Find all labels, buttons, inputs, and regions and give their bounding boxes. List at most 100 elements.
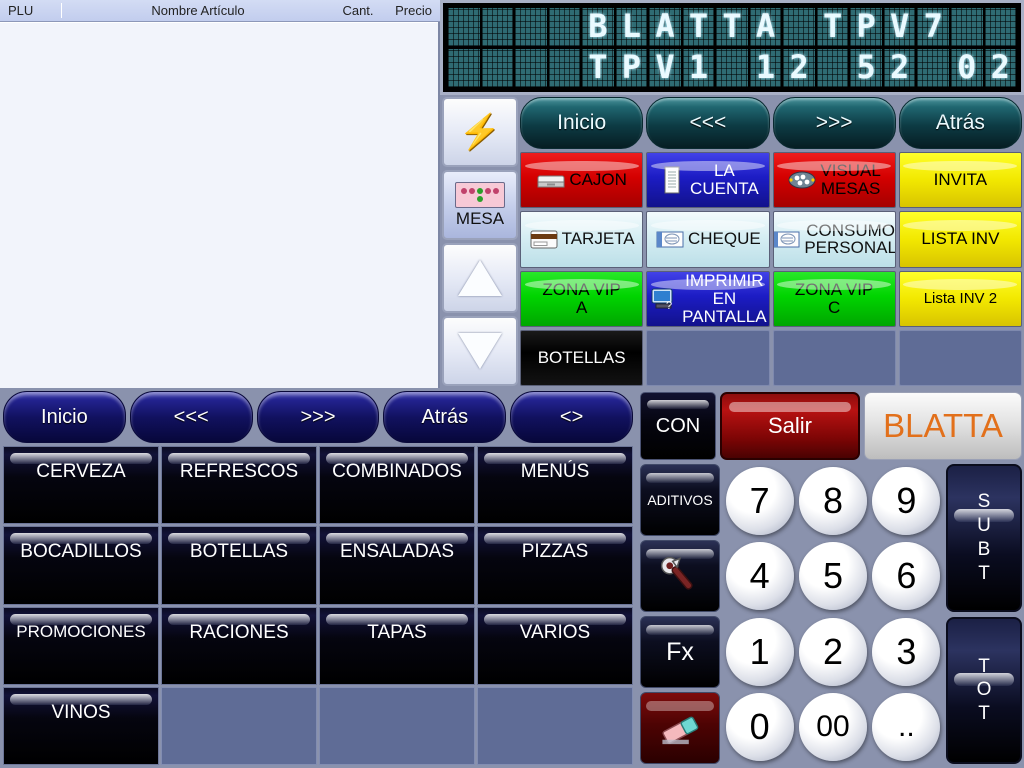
keypad-key-3[interactable]: 3 <box>871 615 942 689</box>
led-cell: P <box>850 8 882 46</box>
cat-nav-label: Inicio <box>41 405 88 428</box>
led-cell: V <box>649 49 681 87</box>
receipt-icon <box>664 166 680 194</box>
led-cell: T <box>682 8 715 46</box>
tables-map-icon <box>788 171 816 189</box>
led-cell: L <box>615 8 648 46</box>
category-button-varios[interactable]: VARIOS <box>477 606 633 685</box>
led-cell <box>816 49 849 87</box>
cheque-icon <box>656 231 684 248</box>
function-sidebar: ⚡ MESA <box>440 95 520 388</box>
fn-button-botellas[interactable]: BOTELLAS <box>520 329 644 386</box>
quick-actions-button[interactable]: ⚡ <box>442 97 518 167</box>
keypad-key-label: 00 <box>798 693 867 762</box>
led-cell: T <box>716 8 748 46</box>
keypad-key-label: 0 <box>725 693 794 762</box>
con-button-label: CON <box>655 414 701 437</box>
scroll-down-button[interactable] <box>442 316 518 386</box>
subtotal-button[interactable]: SUBT <box>946 464 1022 612</box>
cat-nav-2[interactable]: >>> <box>256 391 380 443</box>
cat-nav-4[interactable]: <> <box>510 391 633 443</box>
lightning-bolt-icon: ⚡ <box>458 113 502 151</box>
fn-nav-label: Atrás <box>935 111 985 134</box>
led-cell <box>481 49 514 87</box>
cat-nav-atrs[interactable]: Atrás <box>383 391 507 443</box>
keypad-key-label: 4 <box>725 542 794 611</box>
category-button-botellas[interactable]: BOTELLAS <box>161 526 317 605</box>
keypad-key-dot.[interactable]: .. <box>871 691 942 765</box>
total-letter: T <box>978 703 990 725</box>
wrench-icon <box>660 556 693 590</box>
keypad-key-4[interactable]: 4 <box>724 540 795 614</box>
triangle-down-icon <box>458 333 502 369</box>
keypad-key-9[interactable]: 9 <box>871 464 942 538</box>
fn-button-invita[interactable]: INVITA <box>898 152 1022 209</box>
fn-button-visual-mesas[interactable]: VISUAL MESAS <box>772 152 896 209</box>
fn-button-cheque[interactable]: CHEQUE <box>646 211 770 268</box>
fn-nav-inicio[interactable]: Inicio <box>520 97 644 149</box>
keypad-key-label: 8 <box>798 466 867 535</box>
con-button[interactable]: CON <box>640 392 716 460</box>
cat-nav-label: <<< <box>173 405 209 428</box>
category-button-mens[interactable]: MENÚS <box>477 446 633 525</box>
order-list-body[interactable] <box>0 22 438 388</box>
pad-side-eraser-button[interactable] <box>640 692 720 764</box>
cat-nav-inicio[interactable]: Inicio <box>3 391 126 443</box>
keypad-key-label: 6 <box>872 542 941 611</box>
category-label: TAPAS <box>367 621 427 643</box>
category-button-raciones[interactable]: RACIONES <box>161 606 317 685</box>
category-label: PROMOCIONES <box>16 621 146 641</box>
order-list-header: PLU Nombre Artículo Cant. Precio <box>0 0 440 22</box>
scroll-up-button[interactable] <box>442 243 518 313</box>
keypad-key-6[interactable]: 6 <box>871 540 942 614</box>
keypad-key-00[interactable]: 00 <box>797 691 868 765</box>
led-cell <box>481 8 514 46</box>
fn-nav-[interactable]: >>> <box>772 97 896 149</box>
category-button-cerveza[interactable]: CERVEZA <box>3 446 159 525</box>
category-button-refrescos[interactable]: REFRESCOS <box>161 446 317 525</box>
pad-side-aditivos-button[interactable]: ADITIVOS <box>640 464 720 536</box>
category-button-combinados[interactable]: COMBINADOS <box>319 446 475 525</box>
pad-side-wrench-button[interactable] <box>640 540 720 612</box>
keypad-key-2[interactable]: 2 <box>797 615 868 689</box>
cat-nav-1[interactable]: <<< <box>129 391 253 443</box>
category-button-promociones[interactable]: PROMOCIONES <box>3 606 159 685</box>
pad-side-fx-button[interactable]: Fx <box>640 616 720 688</box>
keypad-side-buttons: ADITIVOS Fx <box>640 462 720 764</box>
keypad-key-1[interactable]: 1 <box>724 615 795 689</box>
exit-button[interactable]: Salir <box>720 392 860 460</box>
total-button[interactable]: TOT <box>946 616 1022 764</box>
keypad-key-7[interactable]: 7 <box>724 464 795 538</box>
led-cell: 2 <box>783 49 815 87</box>
brand-logo-button[interactable]: BLATTA <box>864 392 1022 460</box>
function-panel: ⚡ MESA Inicio <<< >>> Atrás CAJON LA CUENTA VI… <box>440 95 1024 388</box>
cat-nav-label: >>> <box>300 405 336 428</box>
fn-nav-atrs[interactable]: Atrás <box>898 97 1022 149</box>
fn-button-tarjeta[interactable]: TARJETA <box>520 211 644 268</box>
category-button-vinos[interactable]: VINOS <box>3 686 159 765</box>
category-button-ensaladas[interactable]: ENSALADAS <box>319 526 475 605</box>
cat-nav-label: <> <box>559 405 584 428</box>
category-button-bocadillos[interactable]: BOCADILLOS <box>3 526 159 605</box>
fn-button-zona-vip-a[interactable]: ZONA VIP A <box>520 270 644 327</box>
fn-button-consumo-personal[interactable]: CONSUMO PERSONAL <box>772 211 896 268</box>
fn-empty-slot <box>772 329 896 386</box>
keypad-key-5[interactable]: 5 <box>797 540 868 614</box>
fn-button-zona-vip-c[interactable]: ZONA VIP C <box>772 270 896 327</box>
keypad-key-0[interactable]: 0 <box>724 691 795 765</box>
fn-nav-[interactable]: <<< <box>646 97 770 149</box>
fn-button-cajon[interactable]: CAJON <box>520 152 644 209</box>
led-cell: 7 <box>917 8 949 46</box>
category-button-pizzas[interactable]: PIZZAS <box>477 526 633 605</box>
keypad-key-8[interactable]: 8 <box>797 464 868 538</box>
category-button-tapas[interactable]: TAPAS <box>319 606 475 685</box>
fn-button-imprimir-en-pantalla[interactable]: ? IMPRIMIR EN PANTALLA <box>646 270 770 327</box>
fn-button-la-cuenta[interactable]: LA CUENTA <box>646 152 770 209</box>
fn-nav-label: <<< <box>689 111 727 134</box>
fn-button-label: VISUAL MESAS <box>820 161 881 199</box>
led-cell: A <box>749 8 782 46</box>
mesa-button[interactable]: MESA <box>442 170 518 240</box>
fn-button-lista-inv-2[interactable]: Lista INV 2 <box>898 270 1022 327</box>
fn-button-lista-inv[interactable]: LISTA INV <box>898 211 1022 268</box>
cash-drawer-icon <box>537 175 565 188</box>
